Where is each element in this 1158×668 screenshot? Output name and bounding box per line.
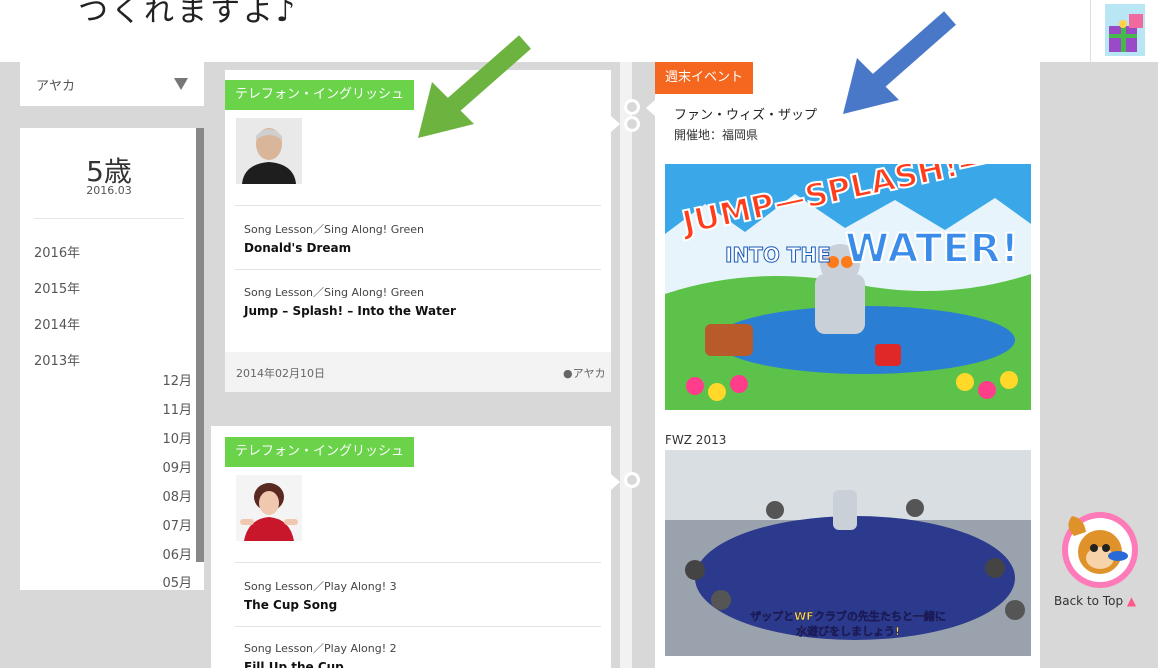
event-name-link[interactable]: ファン・ウィズ・ザップ: [674, 104, 817, 123]
month-link-08[interactable]: 08月: [152, 486, 192, 505]
lesson-type: Song Lesson／Sing Along! Green: [244, 223, 425, 236]
user-select-dropdown[interactable]: アヤカ: [20, 62, 204, 106]
lesson-type: Song Lesson／Sing Along! Green: [244, 286, 425, 299]
category-tag[interactable]: テレフォン・イングリッシュ: [225, 80, 415, 110]
age-panel: 5歳 2016.03 2016年 2015年 2014年 2013年 12月 1…: [20, 128, 204, 591]
poster-illustration: JUMP—SPLASH!— INTO THE WATER!: [665, 164, 1031, 410]
event-poster-image[interactable]: JUMP—SPLASH!— INTO THE WATER!: [665, 164, 1031, 410]
user-icon: ●: [563, 367, 573, 380]
lesson-title-link[interactable]: Fill Up the Cup: [244, 660, 344, 668]
month-link-10[interactable]: 10月: [152, 428, 192, 447]
lesson-title-link[interactable]: Donald's Dream: [244, 241, 351, 255]
age-date: 2016.03: [86, 184, 132, 197]
divider: [235, 269, 601, 270]
divider: [235, 205, 601, 206]
header-text: つくれますよ♪: [78, 0, 299, 29]
timeline-dot: [624, 99, 640, 115]
photo-subtitle-1: ザップとWFクラブの先生たちと一緒に: [750, 609, 946, 623]
green-arrow-annotation: [418, 35, 531, 138]
month-link-12[interactable]: 12月: [152, 370, 192, 389]
poster-title-line3: WATER!: [845, 226, 1019, 272]
gift-icon: [1105, 4, 1145, 56]
month-link-11[interactable]: 11月: [152, 399, 192, 418]
year-link-2016[interactable]: 2016年: [34, 242, 80, 261]
post-date: 2014年02月10日: [236, 367, 325, 380]
timeline-bar: [620, 62, 632, 668]
lesson-type: Song Lesson／Play Along! 2: [244, 642, 397, 655]
year-link-2013[interactable]: 2013年: [34, 350, 80, 369]
lesson-title-link[interactable]: The Cup Song: [244, 598, 337, 612]
back-to-top-label: Back to Top: [1054, 594, 1124, 608]
timeline-dot: [624, 116, 640, 132]
timeline-pointer: [611, 116, 620, 132]
month-link-09[interactable]: 09月: [152, 457, 192, 476]
up-triangle-icon: ▲: [1126, 594, 1137, 608]
blue-arrow-annotation: [843, 11, 956, 114]
photo-caption: FWZ 2013: [665, 433, 727, 447]
month-link-06[interactable]: 06月: [152, 544, 192, 563]
event-place: 開催地：福岡県: [674, 128, 759, 142]
chevron-down-icon: [174, 78, 188, 90]
sidebar-scrollbar[interactable]: [196, 128, 204, 562]
event-photo[interactable]: ザップとWFクラブの先生たちと一緒に 水遊びをしましょう!: [665, 450, 1031, 656]
poster-title-line2: INTO THE: [725, 243, 831, 267]
timeline-dot: [624, 472, 640, 488]
year-link-2015[interactable]: 2015年: [34, 278, 80, 297]
post-user: ●アヤカ: [563, 365, 606, 381]
monkey-mascot-icon: [1062, 512, 1138, 588]
teacher-avatar: [236, 475, 302, 541]
teacher-photo: [236, 475, 302, 541]
timeline-pointer: [611, 474, 620, 490]
post-user-name: アヤカ: [572, 367, 606, 380]
month-link-05[interactable]: 05月: [152, 572, 192, 591]
lesson-title-link[interactable]: Jump – Splash! – Into the Water: [244, 304, 456, 318]
divider: [235, 626, 601, 627]
year-link-2014[interactable]: 2014年: [34, 314, 80, 333]
gift-thumbnail[interactable]: [1090, 0, 1158, 62]
divider: [235, 562, 601, 563]
teacher-photo: [236, 118, 302, 184]
photo-subtitle-2: 水遊びをしましょう!: [796, 624, 900, 638]
user-select-label: アヤカ: [36, 78, 76, 94]
event-photo-image: ザップとWFクラブの先生たちと一緒に 水遊びをしましょう!: [665, 450, 1031, 656]
timeline-pointer: [646, 100, 655, 116]
lesson-type: Song Lesson／Play Along! 3: [244, 580, 397, 593]
event-tag[interactable]: 週末イベント: [655, 62, 754, 94]
back-to-top-link[interactable]: Back to Top ▲: [1054, 594, 1136, 608]
divider: [34, 218, 184, 219]
category-tag[interactable]: テレフォン・イングリッシュ: [225, 437, 415, 467]
teacher-avatar: [236, 118, 302, 184]
month-link-07[interactable]: 07月: [152, 515, 192, 534]
